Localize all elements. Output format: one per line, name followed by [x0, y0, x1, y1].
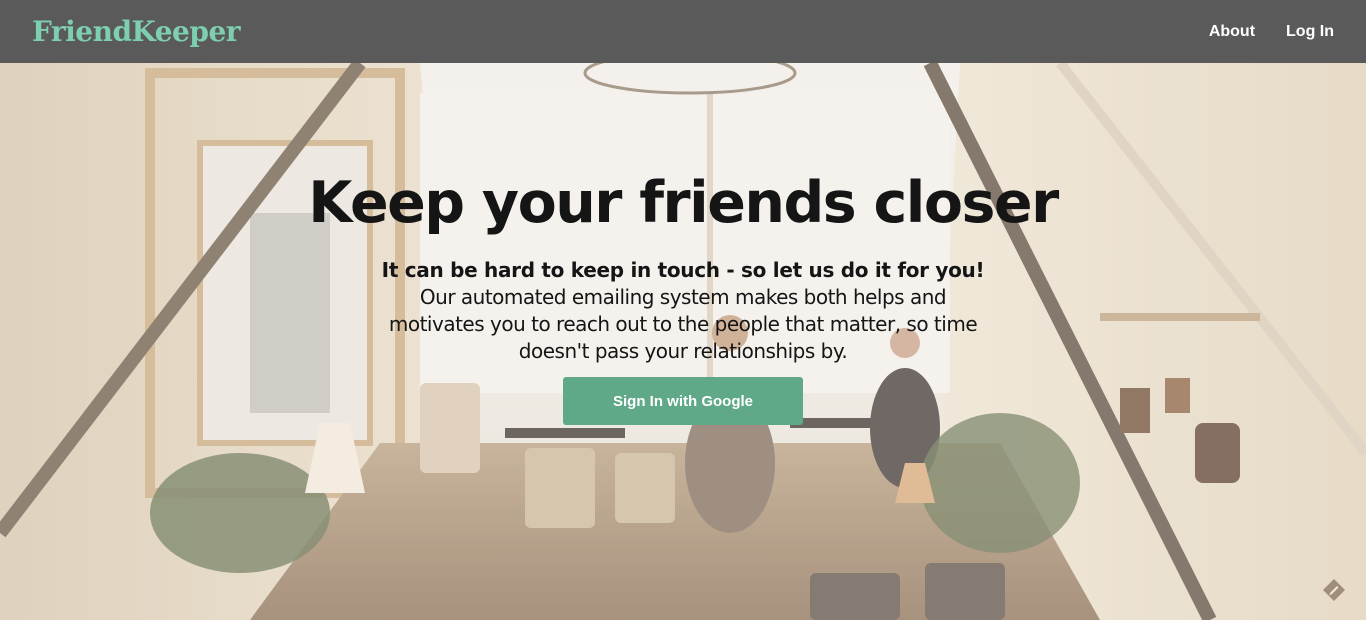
- nav-login-link[interactable]: Log In: [1286, 23, 1334, 41]
- hero-description: Our automated emailing system makes both…: [388, 285, 978, 363]
- pencil-badge-icon[interactable]: [1322, 578, 1346, 602]
- sign-in-google-button[interactable]: Sign In with Google: [563, 377, 803, 425]
- nav-links: About Log In: [1209, 23, 1334, 41]
- top-navbar: FriendKeeper About Log In: [0, 0, 1366, 63]
- brand-logo[interactable]: FriendKeeper: [32, 15, 241, 48]
- hero-lead: It can be hard to keep in touch - so let…: [381, 258, 985, 282]
- nav-about-link[interactable]: About: [1209, 23, 1255, 41]
- hero-title: Keep your friends closer: [308, 170, 1059, 236]
- hero-section: Keep your friends closer It can be hard …: [0, 63, 1366, 620]
- hero-content: Keep your friends closer It can be hard …: [0, 163, 1366, 425]
